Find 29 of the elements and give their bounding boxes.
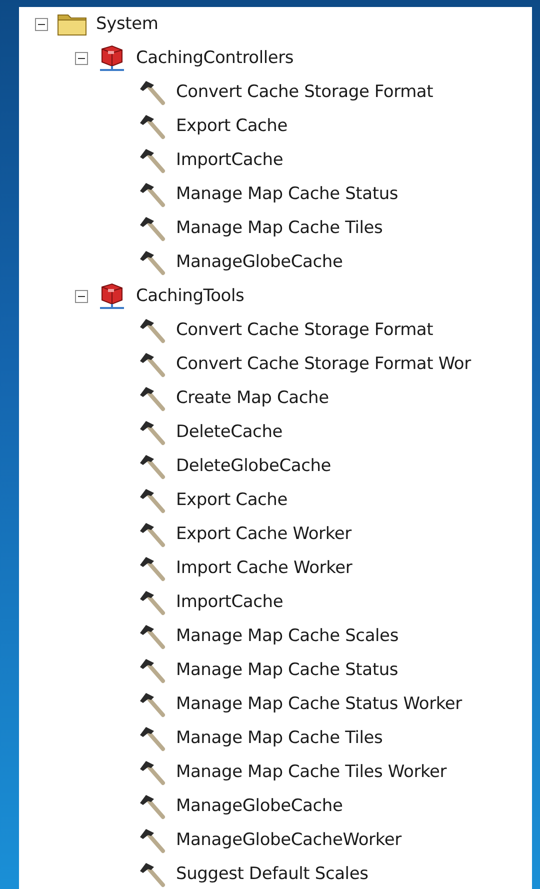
tree-item[interactable]: Export Cache: [176, 116, 288, 136]
tree-item[interactable]: System: [96, 14, 158, 34]
tree-item[interactable]: ManageGlobeCache: [176, 796, 343, 816]
tree-item[interactable]: DeleteGlobeCache: [176, 456, 332, 476]
tree-item[interactable]: Convert Cache Storage Format Wor: [176, 354, 471, 374]
tree-item[interactable]: Convert Cache Storage Format: [176, 82, 434, 102]
tree-item[interactable]: Manage Map Cache Status: [176, 184, 398, 204]
tree-item[interactable]: Manage Map Cache Tiles: [176, 728, 383, 748]
tree-item[interactable]: Manage Map Cache Tiles: [176, 218, 383, 238]
collapse-toggle[interactable]: [75, 52, 88, 64]
collapse-toggle[interactable]: [75, 290, 88, 302]
tree-item[interactable]: Export Cache Worker: [176, 524, 352, 544]
tree-item[interactable]: CachingTools: [136, 286, 244, 306]
tree-item[interactable]: Create Map Cache: [176, 388, 329, 408]
tree-item[interactable]: Manage Map Cache Status Worker: [176, 694, 462, 714]
tree-item[interactable]: Manage Map Cache Scales: [176, 626, 398, 646]
tree-item[interactable]: Manage Map Cache Tiles Worker: [176, 762, 447, 782]
tree-item[interactable]: ManageGlobeCacheWorker: [176, 830, 402, 850]
tree-item[interactable]: Export Cache: [176, 490, 288, 510]
tree-item[interactable]: Import Cache Worker: [176, 558, 352, 578]
tree-item[interactable]: CachingControllers: [136, 48, 294, 68]
tree-item[interactable]: DeleteCache: [176, 422, 283, 442]
tree-item[interactable]: Manage Map Cache Status: [176, 660, 398, 680]
tree-item[interactable]: Suggest Default Scales: [176, 864, 368, 884]
collapse-toggle[interactable]: [35, 18, 48, 30]
tree-item[interactable]: Convert Cache Storage Format: [176, 320, 434, 340]
tree-item[interactable]: ImportCache: [176, 150, 284, 170]
tree-item[interactable]: ManageGlobeCache: [176, 252, 343, 272]
tree-item[interactable]: ImportCache: [176, 592, 284, 612]
